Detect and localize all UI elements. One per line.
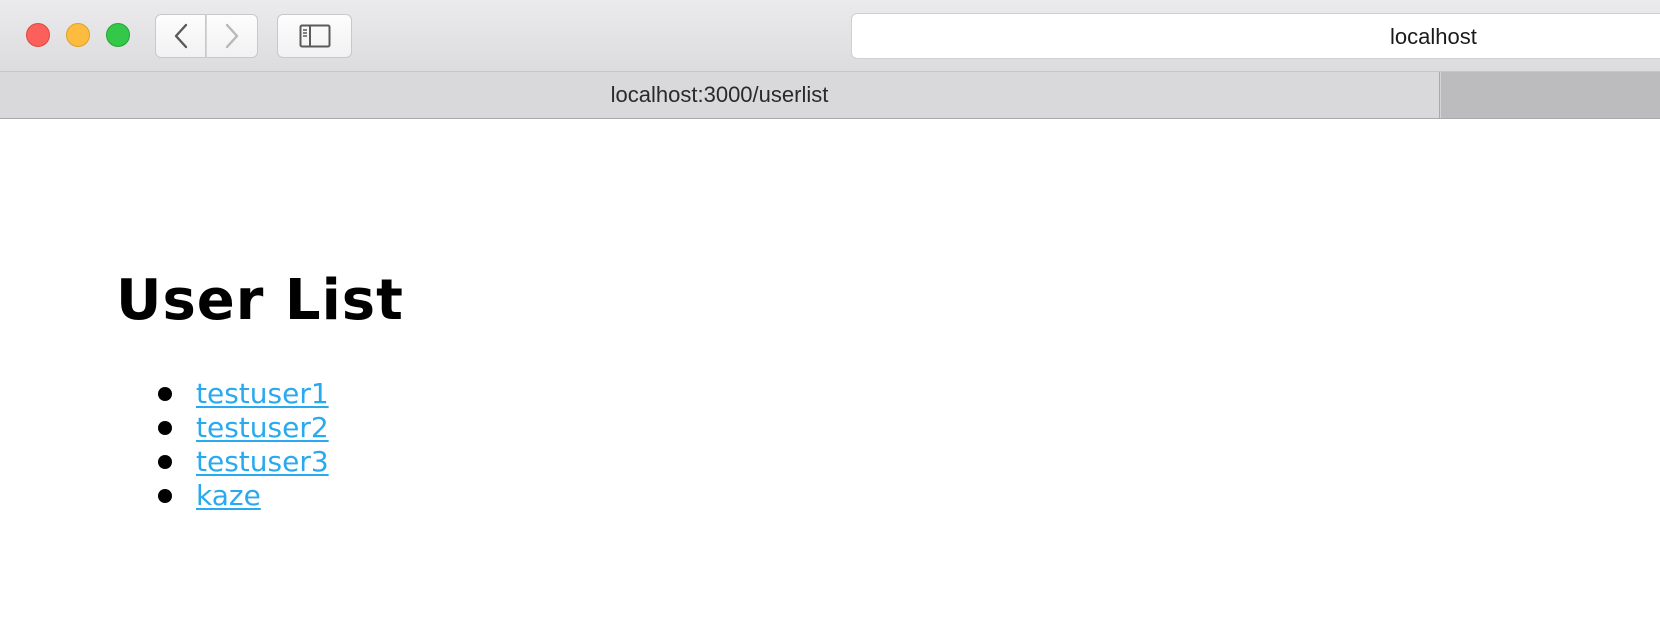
bullet-icon [158, 489, 172, 503]
maximize-window-button[interactable] [106, 23, 130, 47]
user-link-testuser2[interactable]: testuser2 [196, 411, 329, 444]
chevron-right-icon [225, 23, 239, 49]
list-item: testuser2 [158, 411, 329, 445]
tab-active[interactable]: localhost:3000/userlist [0, 72, 1440, 118]
bullet-icon [158, 421, 172, 435]
sidebar-icon [299, 24, 330, 48]
bullet-icon [158, 387, 172, 401]
sidebar-toggle-button[interactable] [277, 14, 352, 58]
tab-title: localhost:3000/userlist [610, 82, 829, 107]
browser-window: localhost localhost:3000/userlist User L… [0, 0, 1660, 642]
back-button[interactable] [155, 14, 206, 58]
list-item: testuser3 [158, 445, 329, 479]
user-link-testuser1[interactable]: testuser1 [196, 377, 329, 410]
page-title: User List [116, 268, 404, 333]
tab-bar-empty-area[interactable] [1441, 72, 1660, 118]
user-list: testuser1 testuser2 testuser3 kaze [116, 377, 329, 513]
forward-button[interactable] [206, 14, 258, 58]
page-content: User List testuser1 testuser2 testuser3 … [0, 119, 1660, 642]
bullet-icon [158, 455, 172, 469]
chevron-left-icon [174, 23, 187, 49]
minimize-window-button[interactable] [66, 23, 90, 47]
tab-bar: localhost:3000/userlist [0, 72, 1660, 119]
browser-toolbar: localhost [0, 0, 1660, 72]
close-window-button[interactable] [26, 23, 50, 47]
list-item: testuser1 [158, 377, 329, 411]
user-link-testuser3[interactable]: testuser3 [196, 445, 329, 478]
user-link-kaze[interactable]: kaze [196, 479, 261, 512]
address-bar[interactable]: localhost [851, 13, 1660, 59]
address-bar-text: localhost [1390, 24, 1477, 49]
list-item: kaze [158, 479, 329, 513]
